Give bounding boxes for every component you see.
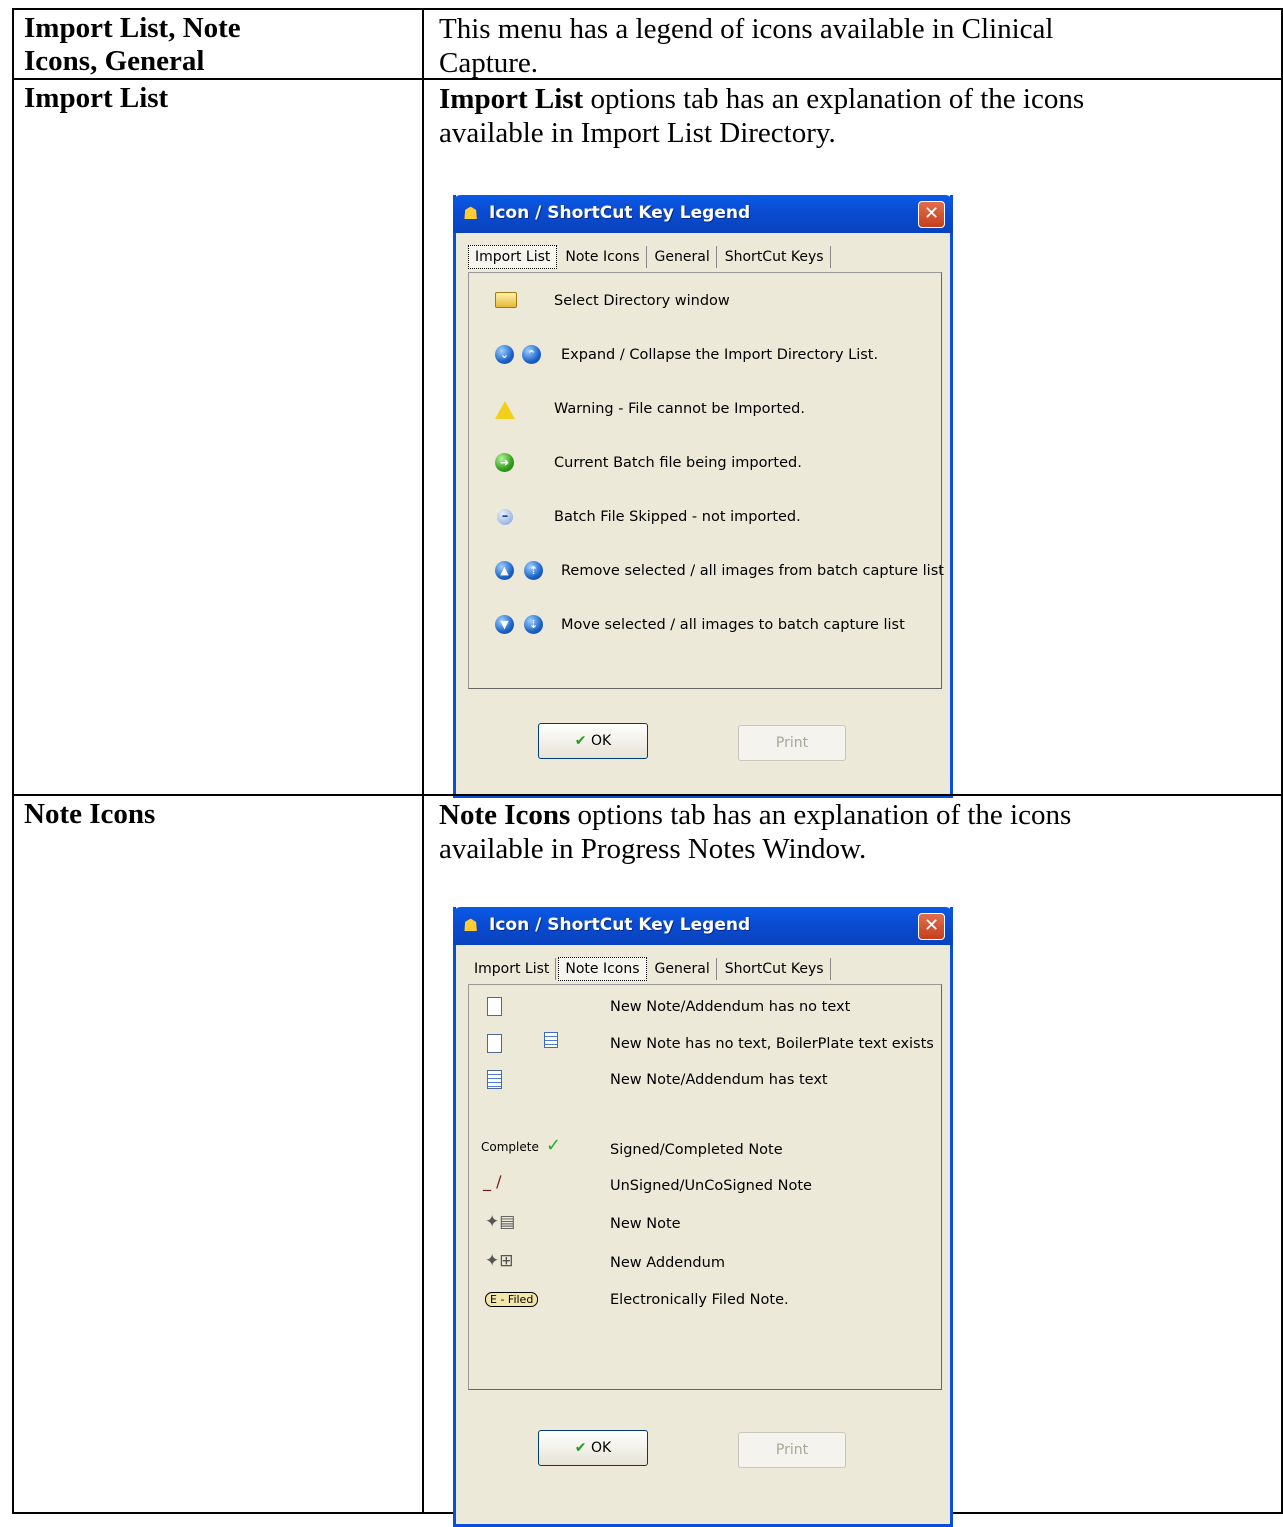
close-button[interactable]: ✕ xyxy=(918,913,945,940)
row-heading-line2: Icons, General xyxy=(24,45,205,77)
tab-general[interactable]: General xyxy=(649,958,717,980)
row-text-line1: This menu has a legend of icons availabl… xyxy=(439,13,1054,45)
tab-note-icons[interactable]: Note Icons xyxy=(559,246,647,268)
app-icon: ☗ xyxy=(463,916,479,936)
legend-label: Warning - File cannot be Imported. xyxy=(554,401,805,417)
legend-label: Electronically Filed Note. xyxy=(610,1292,789,1308)
legend-dialog: ☗ Icon / ShortCut Key Legend ✕ Import Li… xyxy=(453,907,953,1527)
checkmark-icon: ✔ xyxy=(574,1440,587,1456)
tab-general[interactable]: General xyxy=(649,246,717,268)
print-button: Print xyxy=(738,725,846,761)
legend-label: Remove selected / all images from batch … xyxy=(561,563,944,579)
print-label: Print xyxy=(775,735,809,751)
legend-label: Move selected / all images to batch capt… xyxy=(561,617,905,633)
dialog-title: Icon / ShortCut Key Legend xyxy=(489,915,751,935)
text-rest: options tab has an explanation of the ic… xyxy=(583,83,1085,115)
e-filed-icon: E - Filed xyxy=(485,1292,539,1307)
blank-page-icon xyxy=(487,997,502,1016)
down-arrow-icon: ▼ xyxy=(495,615,514,634)
new-note-icon: ✦▤ xyxy=(485,1212,516,1232)
legend-label: Signed/Completed Note xyxy=(610,1142,783,1158)
print-label: Print xyxy=(775,1442,809,1458)
legend-panel: New Note/Addendum has no text New Note h… xyxy=(468,984,942,1390)
row-heading-cell: Note Icons xyxy=(12,794,424,1514)
minus-icon: – xyxy=(497,509,513,525)
table-row-intro: Import List, Note Icons, General This me… xyxy=(12,8,1283,80)
row-heading: Note Icons xyxy=(24,798,156,830)
legend-label: Current Batch file being imported. xyxy=(554,455,802,471)
bold-term: Note Icons xyxy=(439,799,571,831)
boilerplate-icon xyxy=(544,1032,558,1048)
row-text-line2: available in Import List Directory. xyxy=(439,117,836,149)
legend-label: Batch File Skipped - not imported. xyxy=(554,509,801,525)
ok-label: OK xyxy=(590,733,612,749)
legend-panel: Select Directory window ⌄ ⌃ Expand / Col… xyxy=(468,272,944,689)
text-rest: options tab has an explanation of the ic… xyxy=(570,799,1072,831)
dialog-title: Icon / ShortCut Key Legend xyxy=(489,203,751,223)
ok-button[interactable]: ✔ OK xyxy=(538,1430,648,1466)
expand-icon: ⌄ xyxy=(495,345,514,364)
tab-shortcut-keys[interactable]: ShortCut Keys xyxy=(719,246,831,268)
legend-label: Expand / Collapse the Import Directory L… xyxy=(561,347,879,363)
row-heading: Import List xyxy=(24,82,169,114)
up-arrow-icon: ▲ xyxy=(495,561,514,580)
row-heading-line1: Import List, Note xyxy=(24,12,241,44)
down-all-arrow-icon: ⇣ xyxy=(524,615,543,634)
bold-term: Import List xyxy=(439,83,584,115)
close-icon: ✕ xyxy=(923,203,940,224)
legend-label: New Note/Addendum has text xyxy=(610,1072,828,1088)
row-text-line1: Import List options tab has an explanati… xyxy=(424,80,1281,116)
ok-label: OK xyxy=(590,1440,612,1456)
legend-label: New Addendum xyxy=(610,1255,725,1271)
legend-label: UnSigned/UnCoSigned Note xyxy=(610,1178,812,1194)
print-button: Print xyxy=(738,1432,846,1468)
complete-prefix: Complete xyxy=(481,1140,539,1154)
table-row-import-list: Import List Import List options tab has … xyxy=(12,78,1283,798)
legend-label: New Note has no text, BoilerPlate text e… xyxy=(610,1036,934,1052)
warning-icon xyxy=(495,401,515,419)
table-row-note-icons: Note Icons Note Icons options tab has an… xyxy=(12,794,1283,1527)
row-text-cell: This menu has a legend of icons availabl… xyxy=(422,8,1283,80)
ok-button[interactable]: ✔ OK xyxy=(538,723,648,759)
row-text-line2: available in Progress Notes Window. xyxy=(439,833,867,865)
dialog-titlebar[interactable]: ☗ Icon / ShortCut Key Legend ✕ xyxy=(453,907,953,945)
tab-import-list[interactable]: Import List xyxy=(468,245,558,269)
row-text-line1: Note Icons options tab has an explanatio… xyxy=(424,796,1281,832)
tab-note-icons[interactable]: Note Icons xyxy=(558,957,647,981)
text-page-icon xyxy=(487,1070,502,1089)
close-button[interactable]: ✕ xyxy=(918,201,945,228)
row-heading-cell: Import List xyxy=(12,78,424,796)
row-text-cell: Import List options tab has an explanati… xyxy=(422,78,1283,798)
legend-label: New Note xyxy=(610,1216,681,1232)
row-text-line2: Capture. xyxy=(439,47,539,79)
tab-import-list[interactable]: Import List xyxy=(468,958,557,980)
legend-label: Select Directory window xyxy=(554,293,730,309)
complete-check-icon: ✓ xyxy=(546,1135,562,1156)
blank-page-icon xyxy=(487,1034,502,1053)
tab-strip: Import List Note Icons General ShortCut Key… xyxy=(468,245,833,272)
new-addendum-icon: ✦⊞ xyxy=(485,1251,514,1271)
app-icon: ☗ xyxy=(463,204,479,224)
up-all-arrow-icon: ⇡ xyxy=(524,561,543,580)
collapse-icon: ⌃ xyxy=(522,345,541,364)
dialog-titlebar[interactable]: ☗ Icon / ShortCut Key Legend ✕ xyxy=(453,195,953,233)
tab-strip: Import List Note Icons General ShortCut Key… xyxy=(468,957,833,984)
legend-label: New Note/Addendum has no text xyxy=(610,999,851,1015)
legend-dialog: ☗ Icon / ShortCut Key Legend ✕ Import Li… xyxy=(453,195,953,798)
checkmark-icon: ✔ xyxy=(574,733,587,749)
green-arrow-icon: ➜ xyxy=(495,453,514,472)
row-heading-cell: Import List, Note Icons, General xyxy=(12,8,424,80)
close-icon: ✕ xyxy=(923,915,940,936)
unsigned-pen-icon: _ ∕ xyxy=(483,1172,502,1191)
folder-icon xyxy=(495,292,517,308)
row-text-cell: Note Icons options tab has an explanatio… xyxy=(422,794,1283,1527)
tab-shortcut-keys[interactable]: ShortCut Keys xyxy=(719,958,831,980)
